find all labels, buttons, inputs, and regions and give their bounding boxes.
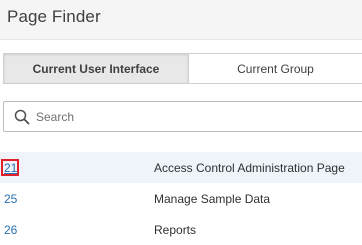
search-icon: [13, 108, 31, 126]
page-id-link[interactable]: 21: [4, 161, 17, 175]
page-name: Manage Sample Data: [154, 191, 271, 206]
page-name: Reports: [154, 222, 197, 237]
tab-bar: Current User Interface Current Group: [3, 53, 362, 84]
list-item[interactable]: 21 Access Control Administration Page: [0, 152, 362, 183]
search-box[interactable]: [3, 101, 362, 132]
tab-current-user-interface[interactable]: Current User Interface: [4, 54, 189, 83]
page-title: Page Finder: [7, 7, 101, 26]
tab-current-group[interactable]: Current Group: [189, 54, 362, 83]
list-item[interactable]: 26 Reports: [0, 214, 362, 245]
page-finder-panel: Page Finder Current User Interface Curre…: [0, 0, 362, 245]
page-list: 21 Access Control Administration Page 25…: [0, 152, 362, 245]
page-id-link[interactable]: 26: [4, 223, 17, 237]
search-input[interactable]: [36, 109, 336, 124]
page-id-link[interactable]: 25: [4, 192, 17, 206]
panel-header: Page Finder: [0, 0, 362, 40]
list-item[interactable]: 25 Manage Sample Data: [0, 183, 362, 214]
page-name: Access Control Administration Page: [154, 160, 345, 175]
